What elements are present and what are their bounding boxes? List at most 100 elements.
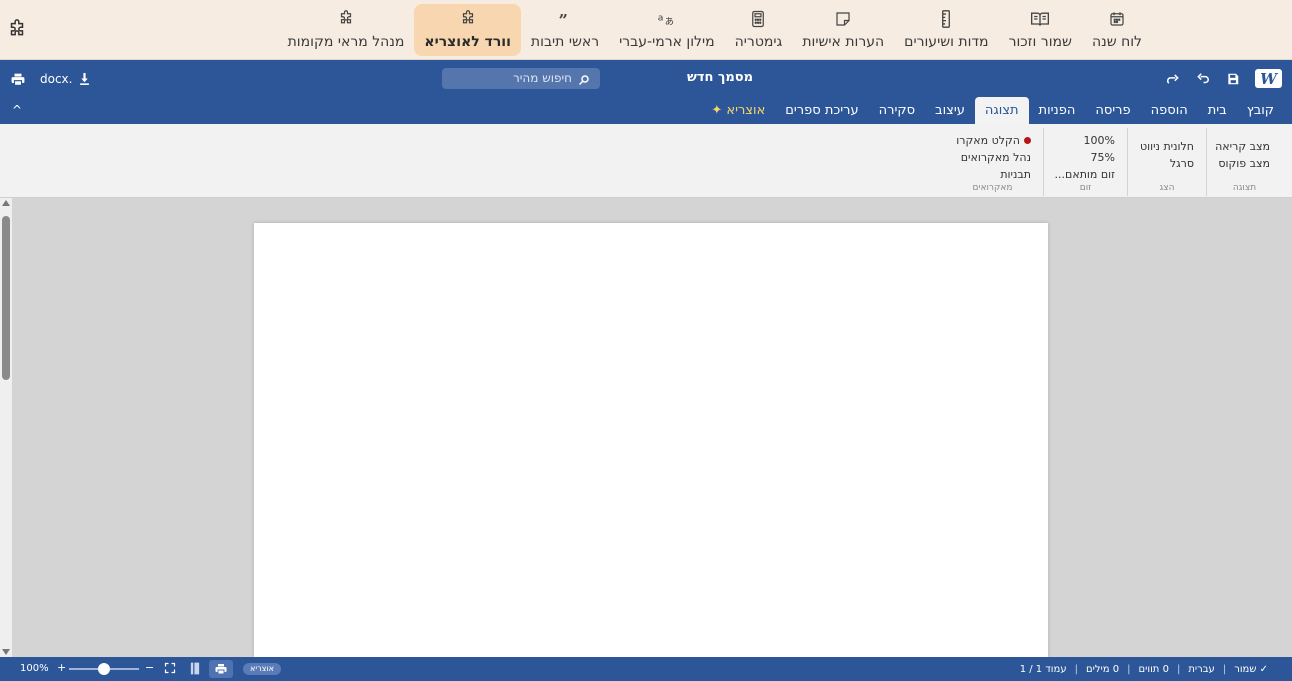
zoom-slider-knob[interactable] — [98, 663, 110, 675]
tool-label: ראשי תיבות — [530, 34, 600, 50]
vertical-scrollbar[interactable] — [0, 198, 12, 657]
tool-acronyms[interactable]: ” ראשי תיבות — [521, 4, 609, 56]
tab-home[interactable]: בית — [1198, 97, 1237, 124]
record-dot-icon — [1024, 137, 1031, 144]
tool-references-manager[interactable]: מנהל מראי מקומות — [278, 4, 415, 56]
tool-dictionary[interactable]: aあ מילון ארמי-עברי — [609, 4, 725, 56]
export-label: docx. — [40, 72, 73, 86]
reading-mode-button[interactable]: מצב קריאה — [1207, 138, 1282, 155]
group-show: חלונית ניווט סרגל הצג — [1127, 128, 1206, 196]
zoom-in-button[interactable]: + — [57, 661, 66, 674]
manage-macros-button[interactable]: נהל מאקרואים — [942, 149, 1043, 166]
group-zoom: 100% 75% זום מותאם... זום — [1043, 128, 1127, 196]
document-title[interactable]: מסמך חדש — [640, 70, 800, 85]
tab-design[interactable]: עיצוב — [925, 97, 975, 124]
tool-label: מדות ושיעורים — [904, 34, 989, 50]
record-macro-label: הקלט מאקרו — [956, 134, 1020, 147]
tool-label: שמור וזכור — [1008, 34, 1072, 50]
language-indicator[interactable]: עברית — [1184, 664, 1219, 675]
svg-text:あ: あ — [665, 16, 674, 27]
ruler-icon — [940, 8, 952, 30]
ruler-toggle[interactable]: סרגל — [1128, 155, 1206, 172]
quick-search-input[interactable]: חיפוש מהיר — [442, 68, 600, 89]
print-layout-button[interactable] — [209, 660, 233, 678]
zoom-out-button[interactable]: − — [145, 661, 154, 674]
ribbon-tabs: קובץ בית הוספה פריסה הפניות תצוגה עיצוב … — [701, 97, 1284, 124]
focus-mode-button[interactable]: מצב פוקוס — [1207, 155, 1282, 172]
extensions-puzzle-icon[interactable] — [6, 19, 28, 41]
word-count: 0 מילים — [1085, 663, 1120, 675]
char-count: 0 תווים — [1138, 663, 1169, 675]
separator: | — [1176, 663, 1181, 675]
status-info: עמוד 1 / 1 | 0 מילים | 0 תווים | עברית |… — [1016, 657, 1272, 681]
collapse-ribbon-button[interactable]: ^ — [12, 103, 22, 117]
redo-icon[interactable] — [1166, 71, 1182, 87]
tool-gematria[interactable]: גימטריה — [725, 4, 793, 56]
tool-label: מילון ארמי-עברי — [619, 34, 715, 50]
scrollbar-thumb[interactable] — [2, 216, 10, 380]
tool-label: גימטריה — [734, 34, 783, 50]
otzaria-badge[interactable]: אוצריא — [243, 663, 281, 675]
group-label: זום — [1079, 183, 1092, 193]
word-logo: W — [1255, 69, 1282, 88]
read-layout-book-icon[interactable] — [189, 662, 203, 676]
tab-review[interactable]: סקירה — [869, 97, 925, 124]
navigation-pane-toggle[interactable]: חלונית ניווט — [1128, 138, 1206, 155]
tab-layout[interactable]: פריסה — [1085, 97, 1140, 124]
tool-label: הערות אישיות — [802, 34, 885, 50]
separator: | — [1074, 663, 1078, 675]
translate-icon: aあ — [657, 8, 677, 30]
fullscreen-icon[interactable] — [164, 662, 178, 676]
ribbon-panel: מצב קריאה מצב פוקוס תצוגה חלונית ניווט ס… — [0, 124, 1292, 198]
quote-icon: ” — [557, 8, 573, 30]
record-macro-button[interactable]: הקלט מאקרו — [942, 132, 1043, 149]
group-label: מאקרואים — [972, 183, 1013, 193]
app-toolbar: לוח שנה שמור וזכור מדות ושיעורים הערות א… — [0, 0, 1292, 60]
separator: | — [1222, 663, 1227, 675]
tab-file[interactable]: קובץ — [1237, 97, 1284, 124]
zoom-level: 100% — [20, 663, 49, 674]
tab-otzaria[interactable]: ✦ אוצריא — [701, 97, 775, 124]
zoom-75-button[interactable]: 75% — [1044, 149, 1127, 166]
group-label: הצג — [1159, 183, 1175, 193]
tool-list: לוח שנה שמור וזכור מדות ושיעורים הערות א… — [172, 4, 1152, 56]
editor-header: W מסמך חדש חיפוש מהיר docx. ^ קובץ בית ה… — [0, 60, 1292, 124]
group-macros: הקלט מאקרו נהל מאקרואים תבניות מאקרואים — [942, 128, 1043, 196]
zoom-slider[interactable] — [69, 663, 139, 675]
tab-view[interactable]: תצוגה — [974, 97, 1029, 124]
search-placeholder: חיפוש מהיר — [512, 71, 572, 85]
calculator-icon — [750, 8, 766, 30]
save-icon[interactable] — [1226, 71, 1242, 87]
zoom-fit-button[interactable]: זום מותאם... — [1044, 166, 1127, 183]
tool-label: לוח שנה — [1091, 34, 1142, 50]
svg-text:a: a — [658, 13, 664, 24]
group-view: מצב קריאה מצב פוקוס תצוגה — [1206, 128, 1282, 196]
open-book-icon — [1030, 8, 1050, 30]
puzzle-icon — [337, 8, 355, 30]
document-page[interactable] — [254, 223, 1048, 657]
undo-icon[interactable] — [1196, 71, 1212, 87]
tool-measures[interactable]: מדות ושיעורים — [894, 4, 998, 56]
tab-insert[interactable]: הוספה — [1141, 97, 1198, 124]
tool-remember[interactable]: שמור וזכור — [999, 4, 1082, 56]
sticky-note-icon — [834, 8, 852, 30]
calendar-icon — [1108, 8, 1126, 30]
tool-calendar[interactable]: לוח שנה — [1082, 4, 1152, 56]
scroll-down-arrow-icon[interactable] — [2, 649, 10, 655]
templates-button[interactable]: תבניות — [942, 166, 1043, 183]
status-bar: עמוד 1 / 1 | 0 מילים | 0 תווים | עברית |… — [0, 657, 1292, 681]
scroll-up-arrow-icon[interactable] — [2, 200, 10, 206]
puzzle-icon — [459, 8, 477, 30]
print-icon[interactable] — [11, 71, 25, 90]
tab-references[interactable]: הפניות — [1029, 97, 1086, 124]
tool-label: מנהל מראי מקומות — [287, 34, 405, 50]
export-docx-button[interactable]: docx. — [40, 72, 90, 86]
save-status: ✓ שמור — [1234, 663, 1268, 675]
zoom-100-button[interactable]: 100% — [1044, 132, 1127, 149]
tool-notes[interactable]: הערות אישיות — [792, 4, 894, 56]
search-icon — [578, 72, 590, 93]
group-label: תצוגה — [1232, 183, 1257, 193]
tool-label: וורד לאוצריא — [424, 34, 511, 50]
tool-word-to-otzaria[interactable]: וורד לאוצריא — [414, 4, 521, 56]
tab-book-editing[interactable]: עריכת ספרים — [775, 97, 868, 124]
